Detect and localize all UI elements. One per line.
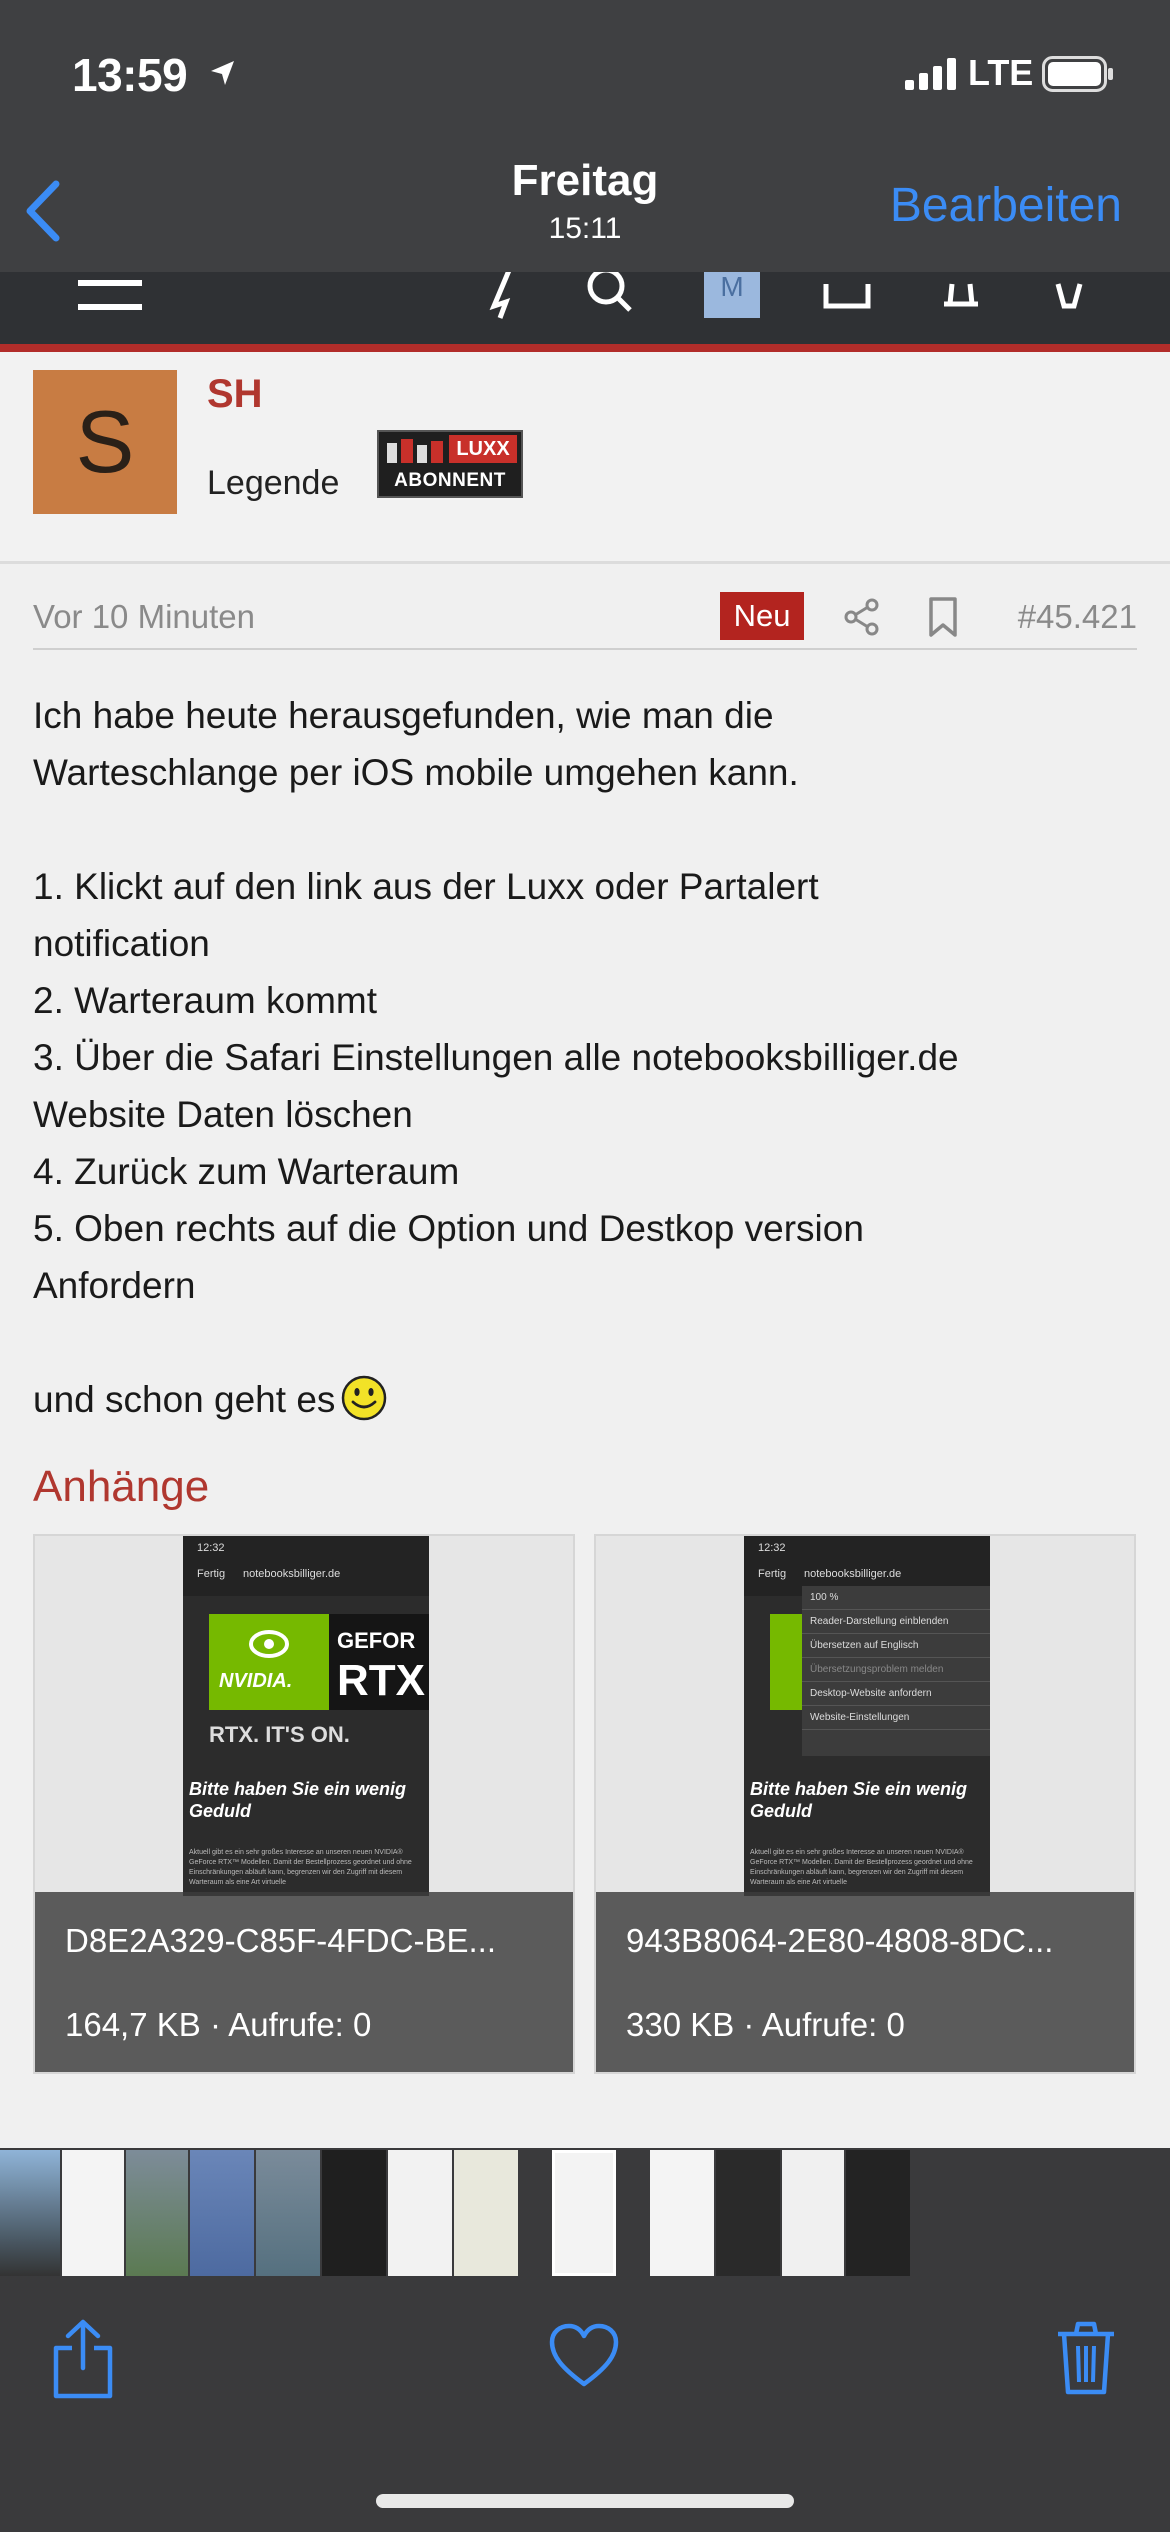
body-last-line: und schon geht es [33,1371,1143,1428]
photo-thumbnail[interactable] [0,2150,60,2276]
user-avatar-icon[interactable]: M [704,272,760,318]
attachment-info: 330 KB · Aufrufe: 0 [626,2006,905,2043]
photo-thumbnail-current[interactable] [552,2150,616,2276]
attachment-card[interactable]: 12:32 Fertig notebooksbilliger.de NVIDIA… [33,1534,575,2074]
nvidia-eye-icon [249,1630,289,1658]
body-line: 3. Über die Safari Einstellungen alle no… [33,1037,959,1078]
photo-thumbnail[interactable] [782,2150,844,2276]
whats-new-icon[interactable] [480,272,530,324]
body-line: 5. Oben rechts auf die Option und Destko… [33,1208,864,1249]
photo-thumbnail[interactable] [190,2150,254,2276]
body-line: Warteschlange per iOS mobile umgehen kan… [33,752,799,793]
edit-button[interactable]: Bearbeiten [890,178,1122,233]
body-line: Ich habe heute herausgefunden, wie man d… [33,695,774,736]
attachment-thumbnail: 12:32 Fertig notebooksbilliger.de NVIDIA… [183,1536,429,1896]
attachment-thumbnail: 12:32 Fertig notebooksbilliger.de 100 % … [744,1536,990,1896]
nvidia-logo-block: NVIDIA. [209,1614,329,1710]
author-rank: Legende [207,464,340,502]
body-line: 1. Klickt auf den link aus der Luxx oder… [33,866,819,907]
body-line: 2. Warteraum kommt [33,980,378,1021]
status-time: 13:59 [72,49,188,101]
header-accent-line [0,344,1170,352]
attachment-info: 164,7 KB · Aufrufe: 0 [65,2006,372,2043]
status-bar: 13:59 LTE [0,0,1170,150]
photo-thumbnail[interactable] [256,2150,320,2276]
badge-abonnent-label: ABONNENT [394,470,506,491]
share-icon[interactable] [843,598,881,636]
author-name[interactable]: SH [207,372,263,417]
body-line: notification [33,923,210,964]
forum-post: S SH Legende LUXX ABONNENT Vor 10 Minute… [0,352,1170,2148]
body-line: und schon geht es [33,1379,336,1420]
inbox-icon[interactable] [822,272,872,324]
attachment-filename[interactable]: D8E2A329-C85F-4FDC-BE... [65,1922,496,1960]
photo-thumbnail[interactable] [388,2150,452,2276]
photo-nav-bar: Freitag 15:11 Bearbeiten [0,150,1170,272]
photo-thumbnail-strip[interactable] [0,2148,1170,2278]
photo-thumbnail[interactable] [322,2150,386,2276]
new-badge: Neu [720,592,804,640]
post-number[interactable]: #45.421 [1018,598,1137,636]
home-indicator[interactable] [376,2494,794,2508]
attachment-card[interactable]: 12:32 Fertig notebooksbilliger.de 100 % … [594,1534,1136,2074]
photo-thumbnail[interactable] [716,2150,780,2276]
search-icon[interactable] [586,272,636,324]
thumbnail-browser-bar: 12:32 Fertig notebooksbilliger.de [183,1536,429,1596]
safari-options-menu: 100 % Reader-Darstellung einblenden Über… [802,1586,990,1756]
author-avatar[interactable]: S [33,370,177,514]
photo-thumbnail[interactable] [126,2150,188,2276]
attachment-caption: 943B8064-2E80-4808-8DC... 330 KB · Aufru… [596,1892,1134,2072]
attachment-filename[interactable]: 943B8064-2E80-4808-8DC... [626,1922,1053,1960]
body-line: 4. Zurück zum Warteraum [33,1151,460,1192]
heart-icon[interactable] [548,2322,620,2390]
smiley-icon [342,1375,387,1421]
bulb-icon[interactable] [1046,272,1092,324]
geforce-rtx-block: GEFOR RTX [329,1614,429,1710]
photo-thumbnail[interactable] [650,2150,714,2276]
menu-icon[interactable] [76,272,146,324]
post-time[interactable]: Vor 10 Minuten [33,598,255,636]
luxx-abonnent-badge: LUXX ABONNENT [377,430,523,498]
attachment-caption: D8E2A329-C85F-4FDC-BE... 164,7 KB · Aufr… [35,1892,573,2072]
battery-icon [1042,56,1113,92]
location-arrow-icon [211,61,234,85]
post-meta-bar: Vor 10 Minuten Neu #45.421 [33,592,1137,650]
body-line: Website Daten löschen [33,1094,413,1135]
share-icon[interactable] [50,2318,116,2400]
photo-thumbnail[interactable] [846,2150,910,2276]
post-author-block: S SH Legende LUXX ABONNENT [0,352,1170,564]
attachments-title: Anhänge [33,1462,210,1511]
trash-icon[interactable] [1054,2320,1118,2396]
body-line: Anfordern [33,1265,196,1306]
photo-thumbnail[interactable] [62,2150,124,2276]
badge-luxx-label: LUXX [449,435,517,463]
bookmark-icon[interactable] [926,596,960,638]
photo-thumbnail[interactable] [454,2150,518,2276]
network-type: LTE [968,52,1034,93]
bell-icon[interactable] [936,272,986,324]
post-body: Ich habe heute herausgefunden, wie man d… [33,687,1143,1428]
cellular-signal-icon [905,58,956,90]
forum-header: M [0,272,1170,348]
